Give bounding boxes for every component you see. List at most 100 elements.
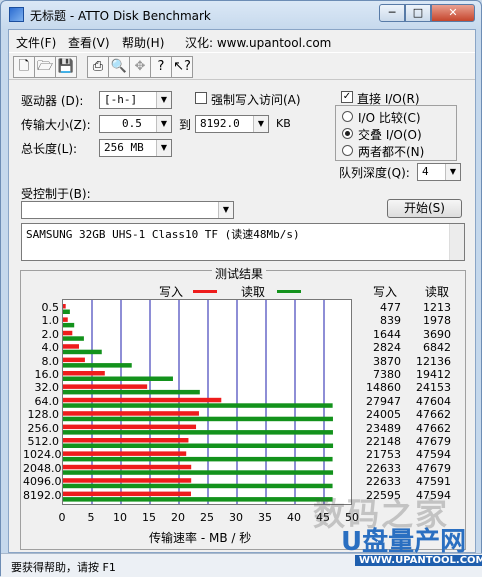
read-legend-swatch (277, 290, 301, 293)
write-value: 839 (380, 314, 401, 328)
chevron-down-icon: ▼ (253, 116, 268, 132)
transfer-size-label: 传输大小(Z): (21, 118, 91, 132)
read-bar (63, 403, 333, 408)
io-compare-radio[interactable] (342, 111, 353, 122)
write-bar (63, 330, 73, 336)
chevron-down-icon: ▼ (156, 92, 171, 108)
read-value: 1213 (423, 301, 451, 314)
write-bar (63, 397, 222, 403)
status-text: 要获得帮助，请按 F1 (11, 561, 116, 574)
transfer-size-row-label: 32.0 (34, 381, 60, 395)
transfer-size-row-label: 8.0 (41, 354, 60, 368)
write-bar (63, 451, 187, 456)
kb-unit-label: KB (276, 117, 291, 130)
transfer-size-row-label: 0.5 (41, 301, 60, 314)
help-icon[interactable]: ? (150, 56, 172, 78)
print-icon[interactable]: ⎙ (87, 56, 109, 78)
drive-label: 驱动器 (D): (21, 94, 84, 108)
direct-io-checkbox[interactable]: ✓ (341, 91, 353, 103)
total-length-label: 总长度(L): (21, 142, 78, 156)
read-value: 47679 (416, 461, 451, 475)
controlled-by-select[interactable]: ▼ (21, 201, 234, 219)
transfer-size-row-label: 256.0 (27, 421, 60, 435)
maximize-button[interactable]: □ (405, 4, 431, 22)
results-title: 测试结果 (212, 265, 267, 282)
close-button[interactable]: ✕ (431, 4, 475, 22)
drive-select[interactable]: [-h-] ▼ (99, 91, 172, 109)
write-bar (63, 411, 199, 416)
menu-view[interactable]: 查看(V) (68, 34, 110, 51)
chevron-down-icon: ▼ (445, 164, 460, 180)
x-tick-label: 35 (258, 511, 272, 524)
window-title: 无标题 - ATTO Disk Benchmark (30, 9, 211, 23)
read-value: 3690 (423, 327, 451, 341)
write-bar (63, 478, 192, 483)
write-column-header: 写入 (373, 285, 398, 299)
neither-io-label: 两者都不(N) (358, 145, 425, 159)
context-help-icon[interactable]: ↖? (171, 56, 193, 78)
x-tick-label: 30 (229, 511, 243, 524)
read-value: 47591 (416, 475, 451, 489)
menu-file[interactable]: 文件(F) (16, 34, 56, 51)
transfer-size-row-label: 2048.0 (23, 461, 62, 475)
move-icon[interactable]: ✥ (129, 56, 151, 78)
minimize-button[interactable]: ─ (379, 4, 405, 22)
description-scrollbar[interactable] (449, 224, 464, 260)
total-length-value: 256 MB (104, 141, 144, 154)
transfer-size-row-label: 2.0 (41, 327, 60, 341)
overlapped-io-label: 交叠 I/O(O) (358, 128, 422, 142)
io-compare-label: I/O 比较(C) (358, 111, 421, 125)
save-icon[interactable]: 💾 (55, 56, 77, 78)
client-area: 文件(F) 查看(V) 帮助(H) 汉化: www.upantool.com 🗋… (8, 29, 476, 553)
write-value: 21753 (366, 448, 401, 462)
read-bar (63, 376, 173, 381)
start-button[interactable]: 开始(S) (387, 199, 462, 218)
transfer-from-select[interactable]: 0.5 ▼ (99, 115, 172, 133)
read-bar (63, 363, 132, 368)
force-write-checkbox[interactable] (195, 92, 207, 104)
to-label: 到 (179, 118, 192, 132)
write-value: 1644 (373, 327, 401, 341)
read-bar (63, 416, 333, 422)
read-bar (63, 497, 333, 502)
menu-localization[interactable]: 汉化: www.upantool.com (185, 34, 331, 51)
io-mode-group: I/O 比较(C) 交叠 I/O(O) 两者都不(N) (335, 105, 457, 161)
read-value: 47662 (416, 408, 451, 422)
title-bar[interactable]: 无标题 - ATTO Disk Benchmark ─ □ ✕ (1, 1, 481, 29)
menu-help[interactable]: 帮助(H) (122, 34, 164, 51)
transfer-to-value: 8192.0 (200, 117, 240, 130)
write-legend-label: 写入 (159, 285, 184, 299)
total-length-select[interactable]: 256 MB ▼ (99, 139, 172, 157)
description-text: SAMSUNG 32GB UHS-1 Class10 TF (读速48Mb/s) (26, 228, 300, 241)
overlapped-io-radio[interactable] (342, 128, 353, 139)
force-write-label: 强制写入访问(A) (211, 93, 301, 107)
queue-depth-label: 队列深度(Q): (339, 166, 410, 180)
print-preview-icon[interactable]: 🔍 (108, 56, 130, 78)
neither-io-radio[interactable] (342, 145, 353, 156)
queue-depth-select[interactable]: 4 ▼ (417, 163, 461, 181)
transfer-to-select[interactable]: 8192.0 ▼ (195, 115, 269, 133)
write-value: 3870 (373, 354, 401, 368)
transfer-from-value: 0.5 (122, 117, 142, 130)
read-column-header: 读取 (425, 285, 450, 299)
write-value: 22633 (366, 461, 401, 475)
open-icon[interactable]: 🗁 (34, 56, 56, 78)
x-tick-label: 0 (58, 511, 66, 524)
write-legend-swatch (193, 290, 217, 293)
write-value: 24005 (366, 408, 401, 422)
read-value: 47662 (416, 421, 451, 435)
x-tick-label: 15 (142, 511, 156, 524)
read-bar (63, 349, 102, 355)
transfer-size-row-label: 16.0 (34, 368, 60, 381)
write-bar (63, 344, 79, 349)
transfer-size-row-label: 1.0 (41, 314, 60, 328)
write-value: 27947 (366, 394, 401, 408)
read-bar (63, 483, 333, 489)
read-bar (63, 456, 333, 462)
transfer-size-row-label: 64.0 (34, 394, 60, 408)
read-bar (63, 389, 200, 395)
description-textarea[interactable]: SAMSUNG 32GB UHS-1 Class10 TF (读速48Mb/s) (21, 223, 465, 261)
write-value: 477 (380, 301, 401, 314)
new-icon[interactable]: 🗋 (13, 56, 35, 78)
read-value: 47604 (416, 394, 451, 408)
